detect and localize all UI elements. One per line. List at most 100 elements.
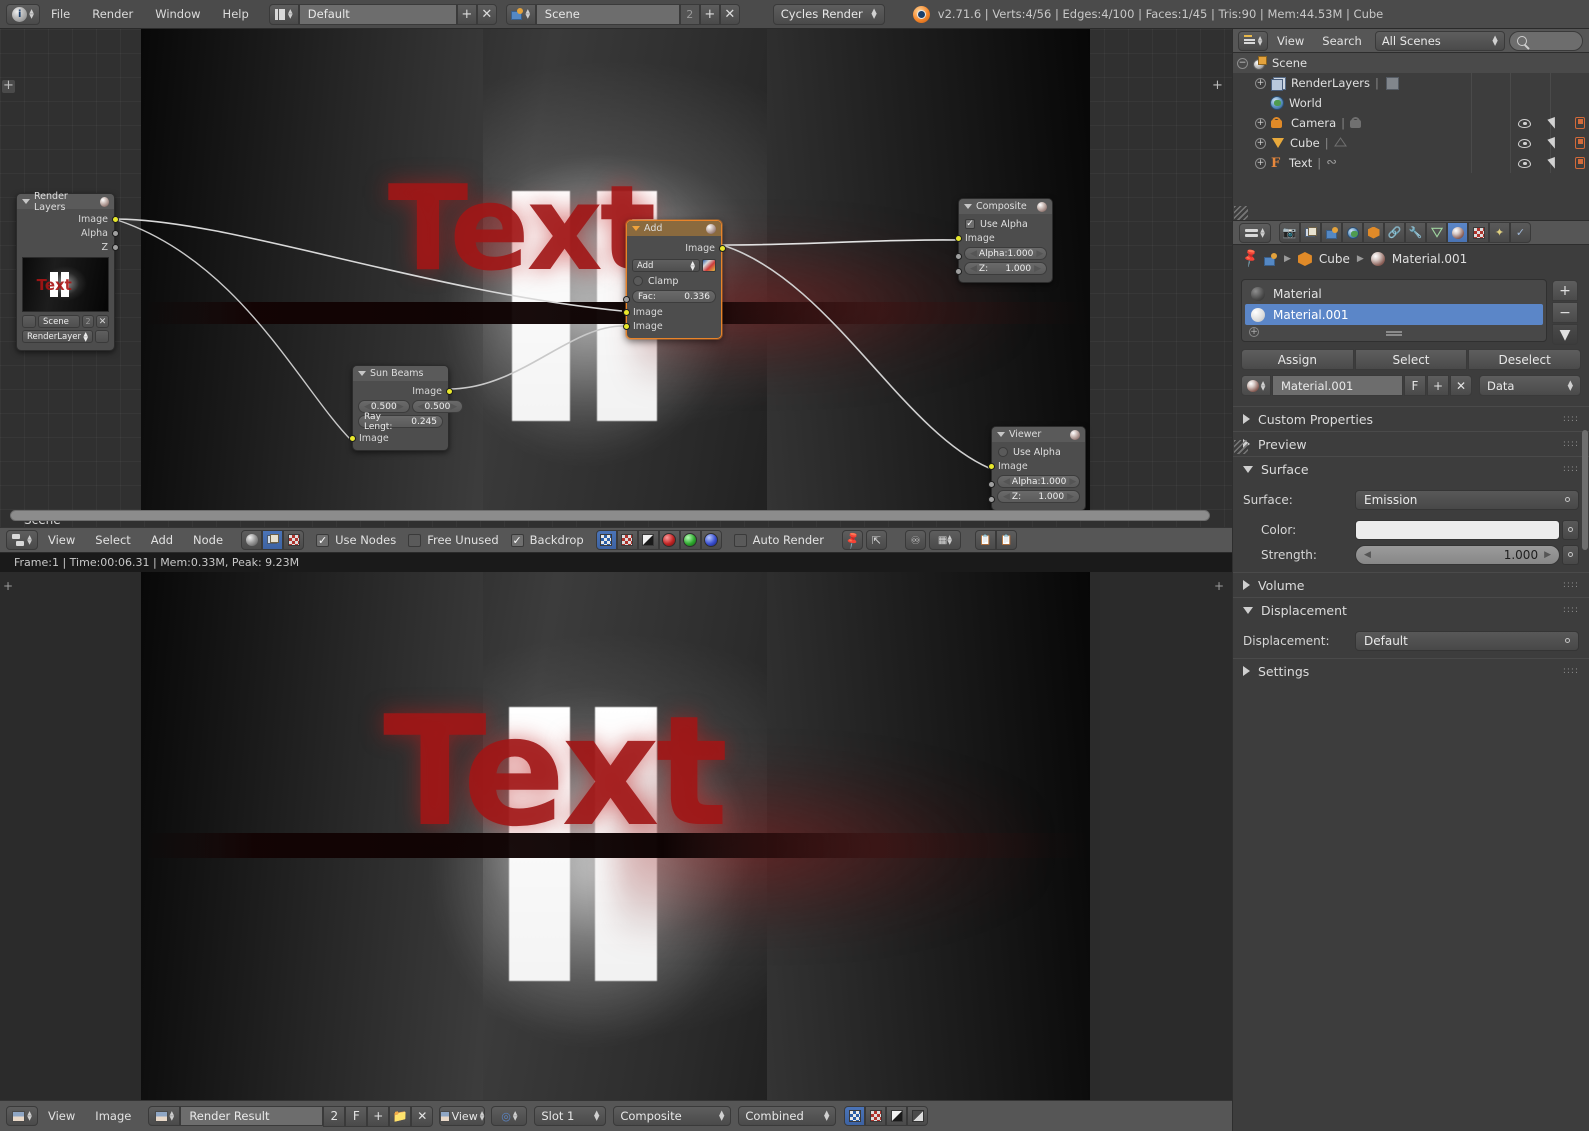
node-sun-beams[interactable]: Sun Beams Image ◀ 0.500 ▶ ◀ 0.500 ▶ Ray … <box>348 365 464 451</box>
material-slot-list[interactable]: Material Material.001 + + − ▼ <box>1241 279 1578 345</box>
auto-render-checkbox[interactable] <box>733 533 747 547</box>
render-slot-dropdown[interactable]: Slot 1 ▲ ▼ <box>534 1106 607 1126</box>
backdrop-checkbox[interactable]: ✓ <box>510 533 524 547</box>
node-editor-hscrollbar[interactable] <box>10 510 1210 521</box>
scene-name-field[interactable]: Scene <box>535 3 680 25</box>
output-socket-image[interactable] <box>445 387 453 395</box>
pin-button[interactable]: 📌 <box>841 530 863 550</box>
clamp-checkbox[interactable] <box>633 276 643 286</box>
tab-particles[interactable]: ✦ <box>1489 222 1510 243</box>
channel-green-button[interactable] <box>679 530 701 550</box>
channel-alpha-button[interactable] <box>886 1106 908 1126</box>
arrow-right-icon[interactable]: ▶ <box>1544 550 1551 560</box>
breadcrumb-material[interactable]: Material.001 <box>1392 252 1467 266</box>
restrict-select-icon[interactable] <box>1547 116 1559 130</box>
menu-file[interactable]: File <box>40 0 81 29</box>
editor-type-button[interactable]: ▲ ▼ <box>1238 30 1268 51</box>
render-layer-dropdown[interactable]: Composite ▲ ▼ <box>613 1106 732 1126</box>
backdrop-toggle[interactable]: ✓ Backdrop <box>510 533 584 547</box>
scene-field[interactable]: Scene <box>38 315 80 328</box>
restrict-render-icon[interactable] <box>1575 157 1585 169</box>
expand-icon[interactable]: + <box>1255 77 1266 89</box>
material-slot-row[interactable]: Material.001 <box>1245 304 1543 325</box>
use-nodes-checkbox[interactable]: ✓ <box>316 533 330 547</box>
tab-modifiers[interactable]: 🔧 <box>1405 222 1426 243</box>
restrict-render-icon[interactable] <box>1575 137 1585 149</box>
channel-blue-button[interactable] <box>700 530 722 550</box>
paste-button[interactable]: 📋 <box>995 530 1017 550</box>
input-socket-image-1[interactable] <box>622 308 630 316</box>
properties-scrollbar[interactable] <box>1582 430 1588 550</box>
tab-material[interactable] <box>1447 222 1468 243</box>
image-browse-button[interactable]: ▲ ▼ <box>148 1106 181 1126</box>
collapse-triangle-icon[interactable] <box>632 226 640 231</box>
channel-color-button[interactable] <box>844 1106 866 1126</box>
input-socket-image-2[interactable] <box>622 322 630 330</box>
image-menu-view[interactable]: View <box>38 1103 85 1129</box>
source-y-field[interactable]: ◀ 0.500 ▶ <box>411 400 464 413</box>
strength-slider[interactable]: ◀ 1.000 ▶ <box>1355 544 1560 565</box>
scene-icon-button[interactable]: ▲ ▼ <box>505 3 536 25</box>
tab-constraints[interactable]: 🔗 <box>1384 222 1405 243</box>
channel-alpha-button[interactable] <box>637 530 659 550</box>
channel-color-alpha-button[interactable] <box>865 1106 887 1126</box>
select-button[interactable]: Select <box>1354 349 1468 370</box>
area-resize-grip[interactable] <box>1234 206 1248 220</box>
restrict-select-icon[interactable] <box>1547 136 1559 150</box>
collapse-triangle-icon[interactable] <box>358 371 366 376</box>
input-socket-alpha[interactable] <box>954 253 962 260</box>
use-alpha-checkbox[interactable]: ✓ <box>965 219 975 229</box>
outliner-item-renderlayers[interactable]: + RenderLayers | <box>1233 73 1589 93</box>
toolshelf-toggle-icon[interactable]: + <box>2 79 15 93</box>
compositing-nodes-button[interactable] <box>262 530 284 550</box>
screen-layout-field[interactable]: Default <box>298 3 457 25</box>
texture-nodes-button[interactable] <box>283 530 305 550</box>
free-unused-toggle[interactable]: Free Unused <box>408 533 499 547</box>
node-render-layers[interactable]: Render Layers Image Alpha Z Text Scene 2… <box>16 191 119 351</box>
input-socket-image[interactable] <box>987 462 995 470</box>
material-specials-button[interactable]: ▼ <box>1552 324 1578 345</box>
camera-data-icon[interactable] <box>1350 116 1365 130</box>
image-editor-area[interactable]: + + Text <box>0 572 1232 1100</box>
color-swatch[interactable] <box>1355 519 1560 540</box>
render-layers-data-icon[interactable] <box>1384 76 1399 90</box>
outliner-search-input[interactable] <box>1508 30 1583 51</box>
node-preview-icon[interactable] <box>1070 429 1080 440</box>
material-link-dropdown[interactable]: Data ▲ ▼ <box>1479 375 1581 396</box>
node-header[interactable]: Add <box>627 221 721 236</box>
restrict-render-icon[interactable] <box>1575 117 1585 129</box>
panel-volume[interactable]: Volume :::: <box>1233 572 1589 597</box>
displacement-dropdown[interactable]: Default <box>1355 630 1579 651</box>
snap-element-dropdown[interactable]: ▦ ▲ ▼ <box>928 530 961 550</box>
material-name-field[interactable]: Material.001 <box>1272 375 1403 396</box>
go-to-parent-button[interactable]: ⇱ <box>865 530 887 550</box>
input-socket-z[interactable] <box>987 496 995 503</box>
surface-shader-dropdown[interactable]: Emission <box>1355 489 1579 510</box>
resize-grip-icon[interactable] <box>1386 330 1402 333</box>
outliner-item-world[interactable]: World <box>1233 93 1589 113</box>
channel-color-button[interactable] <box>595 530 617 550</box>
properties-area[interactable]: ▲ ▼ 📷 🔗 🔧 ✦ ✓ 📌 ▶ Cube ▶ Material.001 Ma… <box>1233 220 1589 1131</box>
tab-scene[interactable] <box>1321 222 1342 243</box>
tab-render-layers[interactable] <box>1300 222 1321 243</box>
node-header[interactable]: Render Layers <box>17 191 114 213</box>
tab-object[interactable] <box>1363 222 1384 243</box>
node-viewer[interactable]: Viewer Use Alpha Image ◀ Alpha: 1.000 ▶ … <box>987 426 1086 511</box>
snap-toggle-button[interactable]: ♾ <box>904 530 926 550</box>
node-header[interactable]: Composite <box>959 199 1052 214</box>
image-name-field[interactable]: Render Result <box>180 1106 324 1126</box>
menu-render[interactable]: Render <box>81 0 144 29</box>
expand-icon[interactable]: + <box>1255 157 1266 169</box>
panel-custom-properties[interactable]: Custom Properties :::: <box>1233 406 1589 431</box>
use-nodes-toggle[interactable]: ✓ Use Nodes <box>316 533 396 547</box>
editor-type-button[interactable]: ▲ ▼ <box>6 530 38 550</box>
node-menu-add[interactable]: Add <box>141 527 183 553</box>
outliner-menu-search[interactable]: Search <box>1313 29 1371 53</box>
blend-mode-dropdown[interactable]: Add ▲ ▼ <box>632 259 700 272</box>
outliner-item-scene[interactable]: − Scene <box>1233 53 1589 73</box>
output-socket-z[interactable] <box>111 243 119 251</box>
add-material-slot-button[interactable]: + <box>1552 280 1578 301</box>
material-nodes-button[interactable] <box>241 530 263 550</box>
node-menu-view[interactable]: View <box>38 527 85 553</box>
auto-render-toggle[interactable]: Auto Render <box>733 533 824 547</box>
